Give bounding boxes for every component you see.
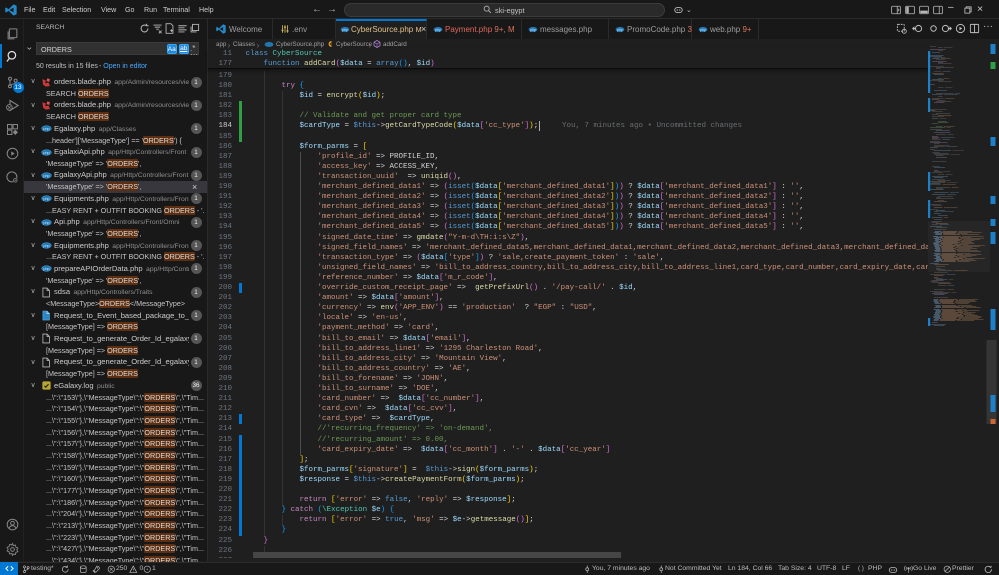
svg-text:php: php: [43, 221, 49, 225]
svg-text:php: php: [43, 244, 49, 248]
svg-text:php: php: [435, 27, 441, 31]
svg-text:php: php: [617, 27, 623, 31]
svg-text:php: php: [43, 127, 49, 131]
svg-text:php: php: [700, 27, 706, 31]
svg-text:php: php: [342, 27, 348, 31]
svg-text:php: php: [43, 150, 49, 154]
svg-text:php: php: [530, 27, 536, 31]
svg-text:php: php: [43, 197, 49, 201]
svg-text:php: php: [43, 174, 49, 178]
svg-text:php: php: [43, 267, 49, 271]
